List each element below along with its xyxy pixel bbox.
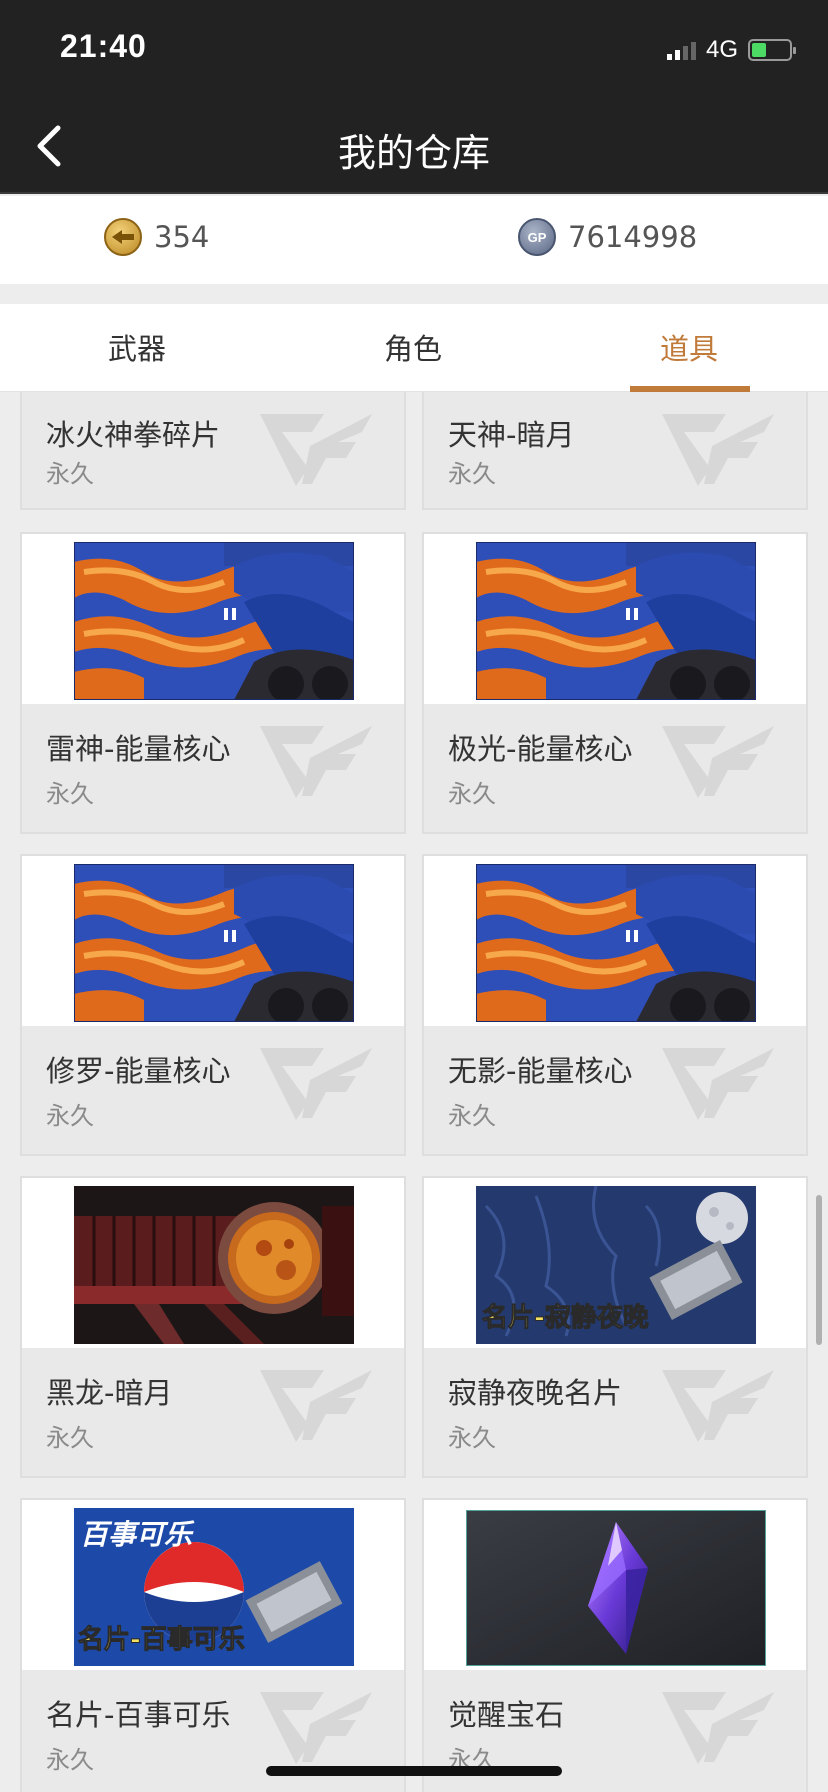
nav-bar: 我的仓库	[0, 96, 828, 194]
item-duration: 永久	[46, 780, 94, 808]
gp-coin-icon: GP	[518, 218, 556, 256]
item-name: 修罗-能量核心	[46, 1054, 231, 1088]
item-duration: 永久	[46, 1746, 94, 1774]
tab-weapons[interactable]: 武器	[108, 326, 166, 368]
cf-coin-icon	[104, 218, 142, 256]
item-card[interactable]: 极光-能量核心 永久	[422, 532, 808, 834]
scrollbar[interactable]	[816, 1195, 822, 1345]
cf-value: 354	[154, 220, 210, 254]
item-card[interactable]: 冰火神拳碎片 永久	[20, 392, 406, 510]
tab-bar: 武器 角色 道具	[0, 304, 828, 392]
tab-characters[interactable]: 角色	[384, 326, 442, 368]
status-bar: 21:40 4G	[0, 0, 828, 96]
item-image	[476, 864, 756, 1022]
item-image	[74, 1186, 354, 1344]
item-card[interactable]: 百事可乐 名片-百事可乐 名片-百事可乐 永久	[20, 1498, 406, 1792]
page-title: 我的仓库	[337, 131, 490, 175]
item-grid: 冰火神拳碎片 永久 天神-暗月 永久 雷神-能量核心 永久 极光-能量核心 永久	[0, 392, 828, 1792]
cf-watermark-icon	[256, 1362, 374, 1458]
cf-watermark-icon	[658, 406, 776, 502]
cf-watermark-icon	[256, 1040, 374, 1136]
item-duration: 永久	[46, 1424, 94, 1452]
item-card[interactable]: 修罗-能量核心 永久	[20, 854, 406, 1156]
item-card[interactable]: 黑龙-暗月 永久	[20, 1176, 406, 1478]
item-image: 百事可乐 名片-百事可乐	[74, 1508, 354, 1666]
item-card[interactable]: 名片-寂静夜晚 寂静夜晚名片 永久	[422, 1176, 808, 1478]
status-time: 21:40	[60, 28, 147, 64]
item-card[interactable]: 觉醒宝石 永久	[422, 1498, 808, 1792]
item-image	[74, 542, 354, 700]
item-name: 无影-能量核心	[448, 1054, 633, 1088]
item-card[interactable]: 雷神-能量核心 永久	[20, 532, 406, 834]
item-card[interactable]: 天神-暗月 永久	[422, 392, 808, 510]
home-indicator[interactable]	[266, 1766, 562, 1776]
battery-icon	[748, 39, 796, 61]
item-name: 天神-暗月	[448, 418, 575, 452]
pepsi-brand-text: 百事可乐	[80, 1518, 195, 1551]
item-name: 寂静夜晚名片	[448, 1376, 623, 1410]
item-image	[466, 1510, 766, 1666]
tab-items[interactable]: 道具	[660, 326, 718, 368]
item-duration: 永久	[448, 460, 496, 488]
cf-watermark-icon	[658, 1040, 776, 1136]
card-image-text: 名片-寂静夜晚	[482, 1302, 649, 1333]
status-indicators: 4G	[666, 36, 796, 64]
cf-watermark-icon	[658, 718, 776, 814]
item-image	[74, 864, 354, 1022]
cf-watermark-icon	[256, 406, 374, 502]
item-card[interactable]: 无影-能量核心 永久	[422, 854, 808, 1156]
network-label: 4G	[705, 36, 738, 63]
cf-watermark-icon	[658, 1362, 776, 1458]
item-image: 名片-寂静夜晚	[476, 1186, 756, 1344]
item-name: 极光-能量核心	[448, 732, 633, 766]
item-name: 冰火神拳碎片	[46, 418, 221, 452]
signal-icon	[666, 40, 696, 60]
gp-value: 7614998	[568, 220, 698, 254]
item-name: 觉醒宝石	[448, 1698, 565, 1732]
cf-points: 354	[104, 218, 209, 256]
item-duration: 永久	[448, 1102, 496, 1130]
cf-watermark-icon	[658, 1684, 776, 1780]
item-duration: 永久	[46, 460, 94, 488]
gp-points: GP 7614998	[518, 218, 697, 256]
card-image-text: 名片-百事可乐	[78, 1624, 245, 1655]
currency-bar: 354 GP 7614998	[0, 196, 828, 284]
item-image	[476, 542, 756, 700]
item-duration: 永久	[448, 1424, 496, 1452]
item-name: 雷神-能量核心	[46, 732, 231, 766]
item-duration: 永久	[46, 1102, 94, 1130]
item-duration: 永久	[448, 780, 496, 808]
item-name: 名片-百事可乐	[46, 1698, 231, 1732]
cf-watermark-icon	[256, 718, 374, 814]
item-name: 黑龙-暗月	[46, 1376, 173, 1410]
